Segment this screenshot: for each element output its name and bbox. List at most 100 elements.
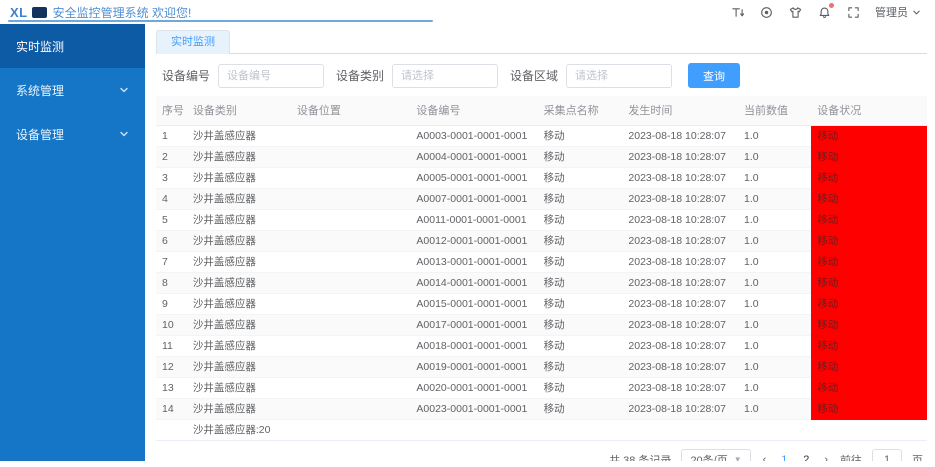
column-header: 设备位置: [291, 96, 411, 125]
page-title: 安全监控管理系统 欢迎您!: [53, 4, 192, 21]
cell-time: 2023-08-18 10:28:07: [622, 125, 738, 146]
cell-code: A0014-0001-0001-0001: [410, 272, 537, 293]
cell-no: 10: [156, 314, 187, 335]
cell-category: 沙井盖感应器: [187, 335, 291, 356]
cell-code: A0012-0001-0001-0001: [410, 230, 537, 251]
cell-no: 12: [156, 356, 187, 377]
cell-time: 2023-08-18 10:28:07: [622, 230, 738, 251]
table-row: 8 沙井盖感应器 A0014-0001-0001-0001 移动 2023-08…: [156, 272, 927, 293]
next-page-button[interactable]: ›: [822, 454, 830, 462]
cell-code: A0019-0001-0001-0001: [410, 356, 537, 377]
fullscreen-icon[interactable]: [846, 5, 860, 19]
cell-code: A0015-0001-0001-0001: [410, 293, 537, 314]
font-size-icon[interactable]: [730, 5, 744, 19]
page-size-value: 20条/页: [690, 452, 727, 462]
cell-category: 沙井盖感应器: [187, 293, 291, 314]
cell-category: 沙井盖感应器: [187, 377, 291, 398]
cell-no: 2: [156, 146, 187, 167]
cell-value: 1.0: [738, 377, 811, 398]
cell-time: 2023-08-18 10:28:07: [622, 335, 738, 356]
cell-status: 移动: [811, 398, 927, 419]
sidebar-item-system-management[interactable]: 系统管理: [0, 68, 145, 112]
cell-value: 1.0: [738, 209, 811, 230]
cell-time: 2023-08-18 10:28:07: [622, 188, 738, 209]
device-no-label: 设备编号: [162, 67, 210, 84]
cell-code: A0013-0001-0001-0001: [410, 251, 537, 272]
cell-status: 移动: [811, 167, 927, 188]
page-number[interactable]: 2: [800, 454, 812, 462]
cell-code: A0004-0001-0001-0001: [410, 146, 537, 167]
cell-time: 2023-08-18 10:28:07: [622, 293, 738, 314]
theme-tshirt-icon[interactable]: [788, 5, 802, 19]
cell-code: A0011-0001-0001-0001: [410, 209, 537, 230]
cell-time: 2023-08-18 10:28:07: [622, 377, 738, 398]
sidebar-item-realtime-monitoring[interactable]: 实时监测: [0, 24, 145, 68]
cell-status: 移动: [811, 356, 927, 377]
cell-location: [291, 209, 411, 230]
cell-value: 1.0: [738, 314, 811, 335]
tab-bar: 实时监测: [156, 30, 927, 54]
table-row: 14 沙井盖感应器 A0023-0001-0001-0001 移动 2023-0…: [156, 398, 927, 419]
cell-category: 沙井盖感应器: [187, 398, 291, 419]
filter-row: 设备编号 设备类别 设备区域 查询: [156, 54, 927, 96]
cell-category: 沙井盖感应器: [187, 230, 291, 251]
table-row: 10 沙井盖感应器 A0017-0001-0001-0001 移动 2023-0…: [156, 314, 927, 335]
cell-location: [291, 146, 411, 167]
goto-page-input[interactable]: [872, 449, 902, 462]
summary-text: 沙井盖感应器:20: [187, 419, 291, 440]
cell-time: 2023-08-18 10:28:07: [622, 356, 738, 377]
circle-dot-icon[interactable]: [759, 5, 773, 19]
content-area: 实时监测 设备编号 设备类别 设备区域 查询 序号设备类别设备位置设备编号采集点…: [145, 24, 935, 461]
column-header: 设备编号: [410, 96, 537, 125]
table-row: 11 沙井盖感应器 A0018-0001-0001-0001 移动 2023-0…: [156, 335, 927, 356]
cell-location: [291, 335, 411, 356]
cell-no: 6: [156, 230, 187, 251]
user-menu[interactable]: 管理员: [875, 4, 921, 20]
notification-badge: [829, 3, 834, 8]
chevron-down-icon: [912, 8, 921, 17]
cell-code: A0020-0001-0001-0001: [410, 377, 537, 398]
table-row: 6 沙井盖感应器 A0012-0001-0001-0001 移动 2023-08…: [156, 230, 927, 251]
summary-row: 沙井盖感应器:20: [156, 419, 927, 440]
search-button[interactable]: 查询: [688, 63, 740, 88]
cell-time: 2023-08-18 10:28:07: [622, 146, 738, 167]
chevron-down-icon: [119, 85, 129, 95]
cell-status: 移动: [811, 209, 927, 230]
table-row: 13 沙井盖感应器 A0020-0001-0001-0001 移动 2023-0…: [156, 377, 927, 398]
cell-point: 移动: [538, 230, 623, 251]
notification-bell-icon[interactable]: [817, 5, 831, 19]
cell-location: [291, 377, 411, 398]
cell-category: 沙井盖感应器: [187, 167, 291, 188]
device-region-select[interactable]: [566, 64, 672, 88]
cell-value: 1.0: [738, 167, 811, 188]
cell-point: 移动: [538, 314, 623, 335]
column-header: 序号: [156, 96, 187, 125]
tab-realtime-monitoring[interactable]: 实时监测: [156, 30, 230, 54]
cell-status: 移动: [811, 146, 927, 167]
page-size-select[interactable]: 20条/页 ▼: [681, 449, 750, 462]
cell-status: 移动: [811, 377, 927, 398]
cell-category: 沙井盖感应器: [187, 272, 291, 293]
cell-category: 沙井盖感应器: [187, 125, 291, 146]
cell-category: 沙井盖感应器: [187, 188, 291, 209]
prev-page-button[interactable]: ‹: [761, 454, 769, 462]
cell-location: [291, 167, 411, 188]
sidebar-item-device-management[interactable]: 设备管理: [0, 112, 145, 156]
table-row: 7 沙井盖感应器 A0013-0001-0001-0001 移动 2023-08…: [156, 251, 927, 272]
cell-no: 4: [156, 188, 187, 209]
header-actions: 管理员: [730, 4, 921, 20]
cell-value: 1.0: [738, 335, 811, 356]
page-number[interactable]: 1: [778, 454, 790, 462]
device-no-input[interactable]: [218, 64, 324, 88]
device-category-select[interactable]: [392, 64, 498, 88]
cell-time: 2023-08-18 10:28:07: [622, 251, 738, 272]
cell-status: 移动: [811, 251, 927, 272]
cell-code: A0003-0001-0001-0001: [410, 125, 537, 146]
device-status-table: 序号设备类别设备位置设备编号采集点名称发生时间当前数值设备状况 1 沙井盖感应器…: [156, 96, 927, 441]
cell-category: 沙井盖感应器: [187, 251, 291, 272]
table-row: 3 沙井盖感应器 A0005-0001-0001-0001 移动 2023-08…: [156, 167, 927, 188]
cell-time: 2023-08-18 10:28:07: [622, 314, 738, 335]
table-row: 12 沙井盖感应器 A0019-0001-0001-0001 移动 2023-0…: [156, 356, 927, 377]
device-category-label: 设备类别: [336, 67, 384, 84]
cell-no: 8: [156, 272, 187, 293]
